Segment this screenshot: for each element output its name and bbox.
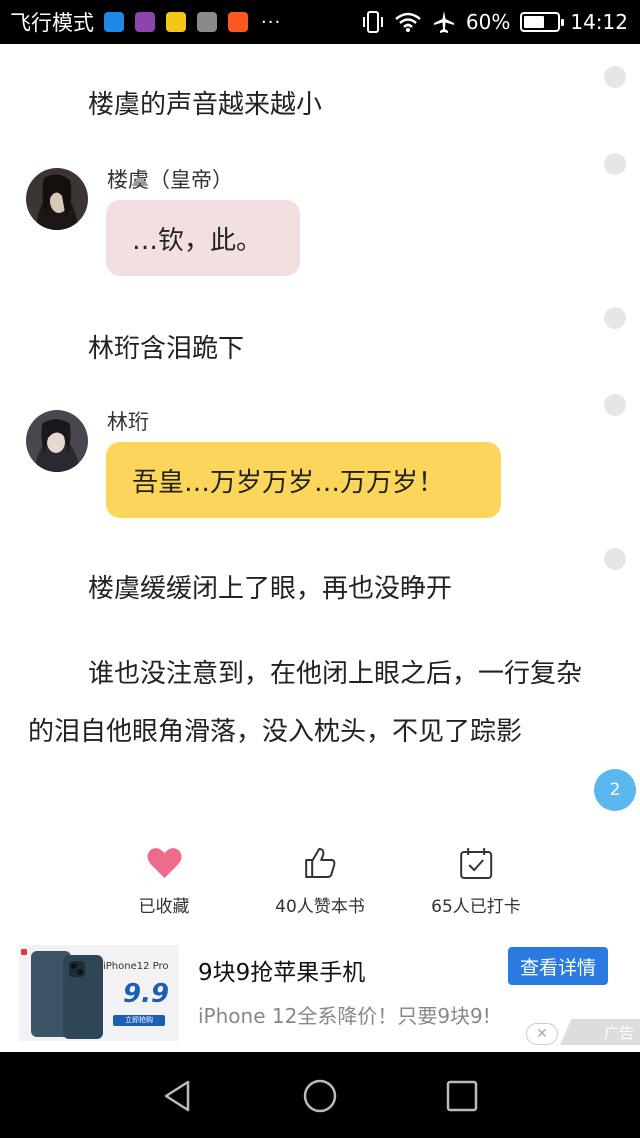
speaker-name: 楼虞（皇帝） — [107, 168, 233, 192]
status-bar: 飞行模式 ··· 60% 14:12 — [0, 0, 640, 44]
app-icon-2 — [135, 12, 155, 32]
app-icon-4 — [197, 12, 217, 32]
story-paragraph: 谁也没注意到，在他闭上眼之后，一行复杂的泪自他眼角滑落，没入枕头，不见了踪影 — [28, 659, 583, 747]
thumbs-up-icon — [304, 848, 336, 878]
clock: 14:12 — [570, 10, 628, 34]
app-icon-5 — [228, 12, 248, 32]
paragraph-comment-dot[interactable] — [604, 394, 626, 416]
like-book-button[interactable]: 40人赞本书 — [275, 846, 365, 917]
ad-details-button[interactable]: 查看详情 — [508, 947, 608, 985]
narration-line: 林珩含泪跪下 — [88, 334, 245, 364]
heart-icon — [147, 848, 181, 878]
ad-banner[interactable]: iPhone12 Pro 9.9 立即抢购 9块9抢苹果手机 查看详情 iPho… — [0, 935, 640, 1052]
favorite-button[interactable]: 已收藏 — [139, 846, 190, 917]
page-number-badge[interactable]: 2 — [594, 769, 636, 811]
recents-icon[interactable] — [444, 1078, 480, 1114]
dialogue-bubble[interactable]: 吾皇…万岁万岁…万万岁！ — [106, 442, 501, 518]
status-bar-left: 飞行模式 ··· — [10, 8, 281, 36]
favorite-label: 已收藏 — [138, 897, 190, 917]
back-icon[interactable] — [160, 1078, 196, 1114]
ad-image[interactable]: iPhone12 Pro 9.9 立即抢购 — [19, 945, 179, 1041]
home-icon[interactable] — [302, 1078, 338, 1114]
ad-close-icon[interactable]: ✕ — [526, 1023, 558, 1045]
wifi-icon — [395, 12, 421, 32]
paragraph-comment-dot[interactable] — [604, 153, 626, 175]
avatar-louyu[interactable] — [26, 168, 88, 230]
battery-icon — [520, 12, 565, 32]
more-notifications-icon: ··· — [261, 11, 282, 33]
ad-description[interactable]: iPhone 12全系降价！只要9块9! — [198, 1000, 491, 1029]
narration-line: 楼虞缓缓闭上了眼，再也没睁开 — [88, 574, 453, 604]
like-count-label: 40人赞本书 — [275, 897, 365, 917]
system-navigation-bar — [0, 1052, 640, 1138]
ad-tag: 广告 — [560, 1019, 640, 1045]
paragraph-comment-dot[interactable] — [604, 307, 626, 329]
calendar-check-icon — [459, 848, 492, 879]
battery-percent: 60% — [465, 10, 511, 34]
narration-line: 楼虞的声音越来越小 — [88, 90, 323, 120]
speaker-name: 林珩 — [107, 410, 149, 434]
battery-fill — [524, 16, 544, 28]
avatar-linheng[interactable] — [26, 410, 88, 472]
check-in-count-label: 65人已打卡 — [431, 897, 521, 917]
ad-image-price: 9.9 — [123, 979, 170, 1009]
paragraph-comment-dot[interactable] — [604, 66, 626, 88]
dialogue-bubble[interactable]: …钦，此。 — [106, 200, 300, 276]
ad-title[interactable]: 9块9抢苹果手机 — [198, 953, 365, 987]
notification-app-icons — [104, 12, 259, 32]
check-in-button[interactable]: 65人已打卡 — [431, 846, 521, 917]
vibrate-icon — [362, 11, 383, 33]
app-icon-1 — [104, 12, 124, 32]
ad-image-buy-button: 立即抢购 — [113, 1015, 165, 1026]
airplane-mode-label: 飞行模式 — [10, 11, 94, 35]
paragraph-comment-dot[interactable] — [604, 548, 626, 570]
airplane-icon — [433, 11, 454, 33]
app-icon-3 — [166, 12, 186, 32]
ad-image-product: iPhone12 Pro — [103, 961, 169, 972]
status-bar-right: 60% 14:12 — [352, 8, 628, 36]
